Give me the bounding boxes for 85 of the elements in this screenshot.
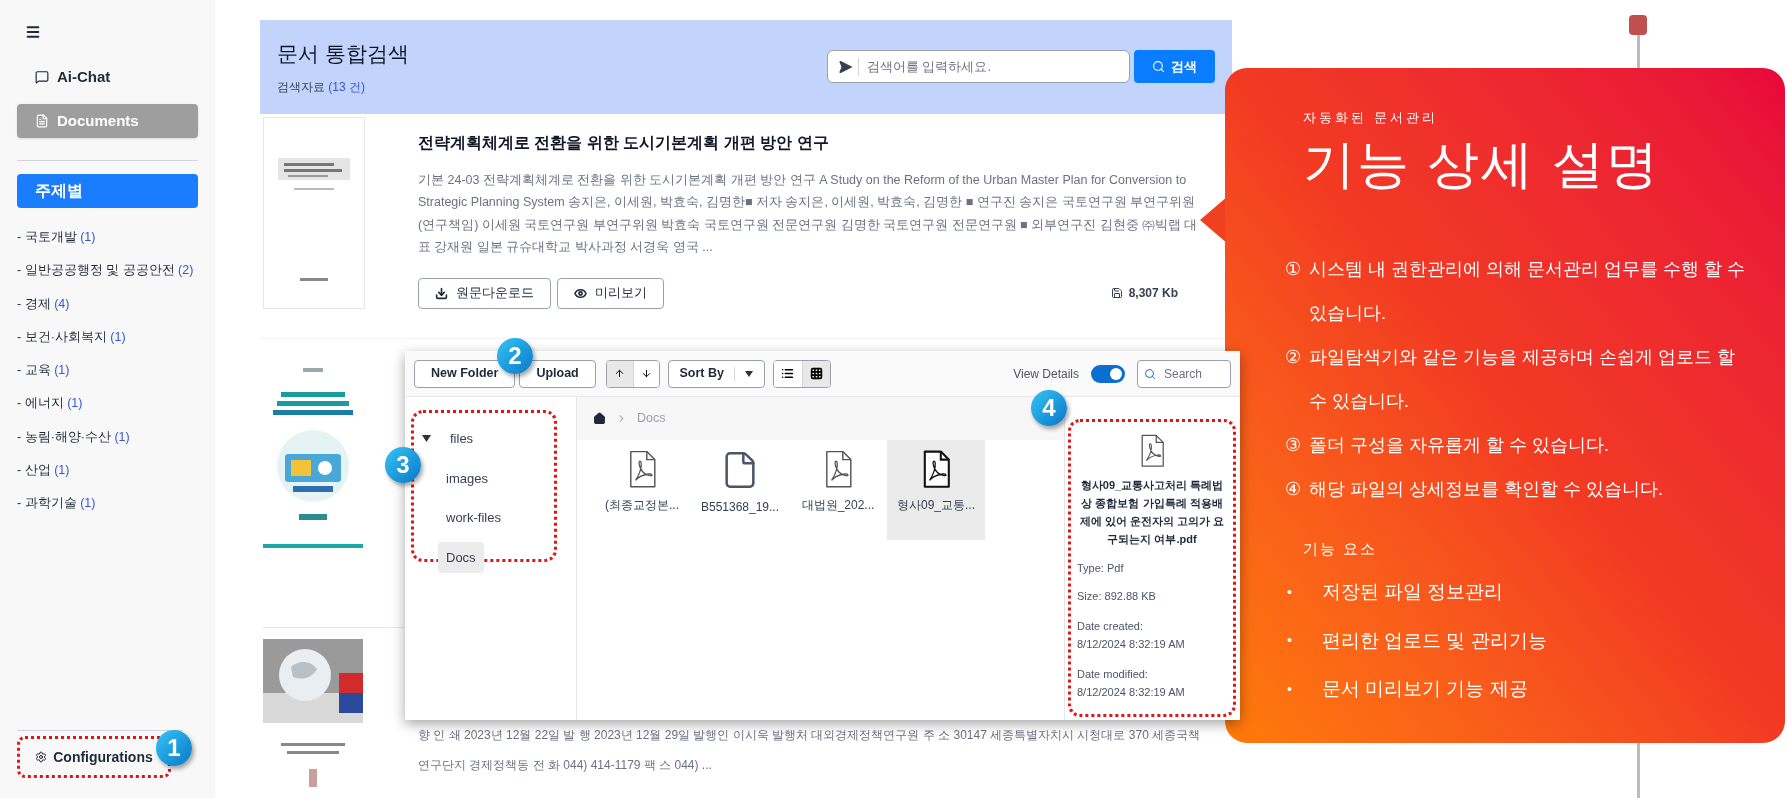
document-summary: 향 인 쇄 2023년 12월 22일 발 행 2023년 12월 29일 발행인 이시욱 발행처 대외경제정책연구원 주 소 30147 세종특별자치시 시청대로 370 세종국책연구단지 경제정책동 전 화 044) 414-1179 팩 스 044) ...	[418, 727, 1202, 775]
feature-item: 저장된 파일 정보관리	[1321, 580, 1504, 604]
feature-item: 편리한 업로드 및 관리기능	[1321, 628, 1547, 653]
search-icon	[1144, 367, 1156, 380]
file-tile[interactable]: (최종교정본...	[593, 440, 691, 540]
download-button[interactable]: 원문다운로드	[418, 277, 551, 309]
search-field[interactable]: 검색어를 입력하세요.	[827, 50, 1130, 84]
callout-eyebrow: 자동화된 문서관리	[1303, 109, 1439, 127]
search-input[interactable]: 검색어를 입력하세요.	[867, 57, 1121, 77]
document-icon	[35, 114, 49, 128]
detail-file-name: 형사09_교통사고처리 특례법상 종합보험 가입특례 적용배제에 있어 운전자의 고의가 요구되는지 여부.pdf	[1078, 477, 1226, 547]
file-name: B551368_19...	[700, 499, 780, 516]
category-link[interactable]: - 경제 (4)	[17, 294, 198, 314]
arrow-down-icon	[640, 368, 652, 379]
file-tile[interactable]: B551368_19...	[691, 440, 789, 540]
bullet-mark: •	[1287, 582, 1292, 602]
callout-title: 기능 상세 설명	[1303, 133, 1661, 194]
preview-button[interactable]: 미리보기	[557, 277, 664, 309]
arrow-up-icon	[614, 368, 626, 379]
folder-item[interactable]: images	[438, 462, 496, 494]
bullet-mark: •	[1287, 679, 1292, 699]
document-title[interactable]: 전략계획체계로 전환을 위한 도시기본계획 개편 방안 연구	[418, 130, 1198, 155]
step-marker: ③	[1285, 433, 1301, 457]
file-tile[interactable]: 형사09_교통...	[887, 440, 985, 540]
features-heading: 기능 요소	[1303, 538, 1379, 559]
step-description: 파일탐색기와 같은 기능을 제공하며 손쉽게 업로드 할 수 있습니다.	[1309, 345, 1736, 413]
step-description: 해당 파일의 상세정보를 확인할 수 있습니다.	[1309, 477, 1664, 501]
view-mode-button[interactable]	[801, 360, 830, 387]
download-icon	[435, 286, 448, 300]
detail-field: Type: Pdf	[1077, 559, 1227, 577]
detail-value: 8/12/2024 8:32:19 AM	[1077, 636, 1186, 652]
sort-direction-button[interactable]	[632, 360, 659, 387]
folder-item[interactable]: work-files	[438, 502, 509, 534]
search-icon	[1152, 60, 1165, 74]
folder-item[interactable]: Docs	[438, 541, 484, 573]
grid-view-icon	[809, 367, 823, 380]
feature-item: 문서 미리보기 기능 제공	[1321, 677, 1528, 701]
view-details-toggle[interactable]	[1091, 364, 1125, 383]
document-summary: 기본 24-03 전략계획체계로 전환을 위한 도시기본계획 개편 방안 연구 A Study on the Reform of the Urban Master Plan for Conversion to Strategic Planning System 송지은, 이세원, 박효숙, 김명한■ 저자 송지은, 이세원, 박효숙, 김명한 ■ 연구진 송지은 국토연구원 부연구위원(연구책임) 이세원 국토연구원 부연구위원 박효숙 국토연구원 전문연구원 김명한 국토연구원 전문연구원 ■ 외부연구진 김현중 ㈜빅랩 대표 강재원 일본 규슈대학교 박사과정 서경욱 영국 ...	[418, 171, 1198, 257]
category-link[interactable]: - 에너지 (1)	[17, 394, 198, 413]
page-title: 문서 통합검색	[277, 41, 409, 68]
category-link[interactable]: - 교육 (1)	[17, 361, 198, 380]
file-name: 형사09_교통...	[897, 497, 975, 515]
step-description: 시스템 내 권한관리에 의해 문서관리 업무를 수행 할 수 있습니다.	[1309, 257, 1746, 325]
search-input[interactable]: Search	[1164, 364, 1220, 383]
file-name: 대법원_202...	[801, 497, 875, 515]
settings-icon	[35, 751, 48, 763]
file-tile[interactable]: 대법원_202...	[789, 440, 887, 540]
step-description: 폴더 구성을 자유롭게 할 수 있습니다.	[1309, 433, 1610, 457]
chat-icon	[35, 70, 49, 84]
category-link[interactable]: - 과학기술 (1)	[17, 494, 198, 513]
detail-label: Date created:	[1077, 618, 1145, 634]
step-marker: ①	[1285, 257, 1301, 281]
caret-icon	[744, 370, 753, 377]
file-name: (최종교정본...	[605, 497, 679, 515]
nav-item[interactable]: Ai-Chat	[17, 60, 198, 94]
configurations-button[interactable]: Configurations	[35, 746, 153, 768]
home-icon[interactable]	[593, 412, 606, 425]
step-marker: ②	[1285, 345, 1301, 369]
category-link[interactable]: - 산업 (1)	[17, 460, 198, 480]
bullet-mark: •	[1287, 631, 1292, 651]
detail-field: Size: 892.88 KB	[1077, 588, 1227, 605]
detail-label: Date modified:	[1077, 666, 1149, 682]
step-badge: 3	[385, 447, 421, 483]
detail-value: 8/12/2024 8:32:19 AM	[1077, 684, 1186, 700]
step-marker: ④	[1285, 477, 1301, 501]
search-field[interactable]: Search	[1137, 359, 1231, 388]
view-mode-button[interactable]	[773, 360, 802, 387]
view-details-label: View Details	[1013, 365, 1079, 383]
file-size: 8,307 Kb	[1128, 285, 1178, 303]
category-link[interactable]: - 보건·사회복지 (1)	[17, 327, 198, 347]
result-count: 검색자료 (13 건)	[277, 78, 367, 96]
folder-item[interactable]: files	[442, 423, 482, 455]
save-icon	[1110, 287, 1123, 300]
category-link[interactable]: - 국토개발 (1)	[17, 228, 198, 247]
search-button[interactable]: 검색	[1134, 50, 1215, 84]
menu-icon[interactable]	[25, 24, 41, 40]
category-link[interactable]: - 일반공공행정 및 공공안전 (2)	[17, 261, 198, 280]
sort-by-dropdown[interactable]: Sort By	[667, 359, 765, 388]
category-link[interactable]: - 농림·해양·수산 (1)	[17, 427, 198, 447]
eye-icon	[574, 286, 587, 300]
topic-button[interactable]: 주제별	[17, 174, 198, 208]
list-view-icon	[781, 367, 795, 380]
pdf-badge-icon[interactable]	[1629, 15, 1647, 35]
caret-icon[interactable]	[422, 435, 431, 443]
